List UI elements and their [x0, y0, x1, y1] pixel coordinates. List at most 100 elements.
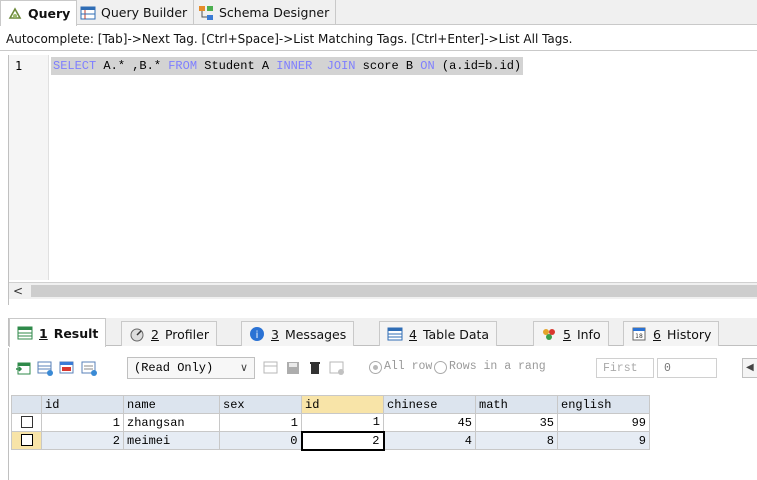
sql-code-line[interactable]: SELECT A.* ,B.* FROM Student A INNER JOI…: [51, 57, 524, 75]
tab-schema-designer[interactable]: Schema Designer: [192, 0, 337, 25]
schema-designer-icon: [198, 5, 214, 21]
form-view-icon[interactable]: [59, 360, 75, 376]
tab-query[interactable]: Query: [0, 0, 78, 26]
sql-text: Student A: [197, 59, 277, 73]
result-tabbar: 1 Result 2 Profiler i 3 Messages 4 Table Dat…: [8, 318, 757, 347]
all-rows-radio[interactable]: [369, 361, 382, 374]
result-toolbar: (Read Only) ∨ All row Rows in a rang Fir…: [8, 348, 757, 388]
column-header[interactable]: id: [301, 395, 384, 414]
query-tabbar: Query Query Builder Schema Designer: [0, 0, 757, 26]
tab-profiler[interactable]: 2 Profiler: [121, 321, 217, 346]
chevron-down-icon: ∨: [239, 363, 248, 375]
row-checkbox-cell[interactable]: [11, 431, 42, 450]
tab-messages-label: Messages: [284, 326, 347, 342]
tab-query-builder-label: Query Builder: [101, 5, 188, 20]
tab-info-num: 5: [563, 326, 571, 342]
table-cell[interactable]: zhangsan: [123, 413, 220, 432]
table-cell[interactable]: 1: [301, 413, 384, 432]
column-header[interactable]: english: [557, 395, 650, 414]
table-cell[interactable]: 4: [383, 431, 476, 450]
tab-schema-designer-label: Schema Designer: [219, 5, 330, 20]
svg-text:i: i: [256, 330, 259, 341]
row-checkbox-cell[interactable]: [11, 413, 42, 432]
tab-info[interactable]: 5 Info: [533, 321, 609, 346]
table-header-row: id name sex id chinese math english: [11, 395, 650, 414]
tab-result[interactable]: 1 Result: [9, 318, 107, 347]
sql-text: A.* ,B.*: [96, 59, 169, 73]
tab-table-data[interactable]: 4 Table Data: [379, 321, 498, 346]
table-cell[interactable]: 45: [383, 413, 476, 432]
previous-page-button[interactable]: ◀: [742, 358, 757, 378]
column-header[interactable]: chinese: [383, 395, 476, 414]
rows-range-radio[interactable]: [434, 361, 447, 374]
tab-query-builder[interactable]: Query Builder: [74, 0, 195, 25]
result-icon: [17, 325, 33, 341]
refresh-icon[interactable]: [329, 360, 345, 376]
table-cell[interactable]: meimei: [123, 431, 220, 450]
tab-result-label: Result: [53, 325, 99, 341]
tab-table-data-label: Table Data: [422, 326, 490, 342]
table-data-icon: [387, 326, 403, 342]
all-rows-label: All row: [384, 360, 433, 373]
table-cell[interactable]: 99: [557, 413, 650, 432]
tab-messages-num: 3: [271, 326, 279, 342]
tab-history-label: History: [666, 326, 712, 342]
tab-info-label: Info: [576, 326, 601, 342]
result-mode-value: (Read Only): [134, 361, 214, 375]
sql-keyword: ON: [420, 59, 435, 73]
sql-text: score B: [355, 59, 421, 73]
svg-text:18: 18: [635, 333, 643, 340]
query-icon: [7, 6, 23, 22]
result-mode-select[interactable]: (Read Only) ∨: [127, 357, 255, 379]
row-checkbox[interactable]: [20, 434, 33, 447]
sql-keyword: SELECT: [53, 59, 97, 73]
first-label: First: [596, 358, 654, 378]
tab-history-num: 6: [653, 326, 661, 342]
column-header[interactable]: math: [475, 395, 558, 414]
table-cell[interactable]: 9: [557, 431, 650, 450]
result-grid: id name sex id chinese math english 1 zh…: [8, 388, 757, 480]
text-view-icon[interactable]: [81, 360, 97, 376]
column-header[interactable]: sex: [219, 395, 302, 414]
sql-keyword: FROM: [168, 59, 198, 73]
sql-editor[interactable]: 1 SELECT A.* ,B.* FROM Student A INNER J…: [8, 55, 757, 305]
result-table: id name sex id chinese math english 1 zh…: [11, 395, 650, 451]
query-builder-icon: [80, 5, 96, 21]
focused-table-cell[interactable]: 2: [300, 430, 385, 451]
profiler-icon: [129, 326, 145, 342]
table-cell[interactable]: 35: [475, 413, 558, 432]
line-gutter: 1: [9, 55, 49, 280]
table-cell[interactable]: 1: [219, 413, 302, 432]
row-selector-header[interactable]: [11, 395, 42, 414]
rows-range-label: Rows in a rang: [449, 360, 546, 373]
sql-keyword: INNER JOIN: [276, 59, 356, 73]
table-cell[interactable]: 0: [219, 431, 302, 450]
column-header[interactable]: name: [123, 395, 220, 414]
table-cell[interactable]: 2: [41, 431, 124, 450]
scroll-left-icon[interactable]: <: [13, 284, 23, 298]
sql-text: (a.id=b.id): [434, 59, 522, 73]
save-icon[interactable]: [285, 360, 301, 376]
line-number: 1: [15, 59, 23, 73]
add-row-icon[interactable]: [263, 360, 279, 376]
messages-icon: i: [249, 326, 265, 342]
grid-view-icon[interactable]: [37, 360, 53, 376]
column-header[interactable]: id: [41, 395, 124, 414]
info-icon: [541, 326, 557, 342]
tab-profiler-num: 2: [151, 326, 159, 342]
editor-horizontal-scrollbar[interactable]: <: [9, 282, 757, 299]
delete-icon[interactable]: [307, 360, 323, 376]
tab-table-data-num: 4: [409, 326, 417, 342]
tab-history[interactable]: 18 6 History: [623, 321, 720, 346]
table-cell[interactable]: 1: [41, 413, 124, 432]
table-cell[interactable]: 8: [475, 431, 558, 450]
history-icon: 18: [631, 326, 647, 342]
scrollbar-thumb[interactable]: [31, 285, 757, 297]
tab-messages[interactable]: i 3 Messages: [241, 321, 355, 346]
table-row[interactable]: 1 zhangsan 1 1 45 35 99: [11, 413, 650, 432]
table-row[interactable]: 2 meimei 0 2 4 8 9: [11, 430, 650, 451]
row-checkbox[interactable]: [20, 416, 33, 429]
autocomplete-hint: Autocomplete: [Tab]->Next Tag. [Ctrl+Spa…: [0, 26, 757, 51]
export-icon[interactable]: [15, 360, 31, 376]
first-row-input[interactable]: 0: [657, 358, 717, 378]
